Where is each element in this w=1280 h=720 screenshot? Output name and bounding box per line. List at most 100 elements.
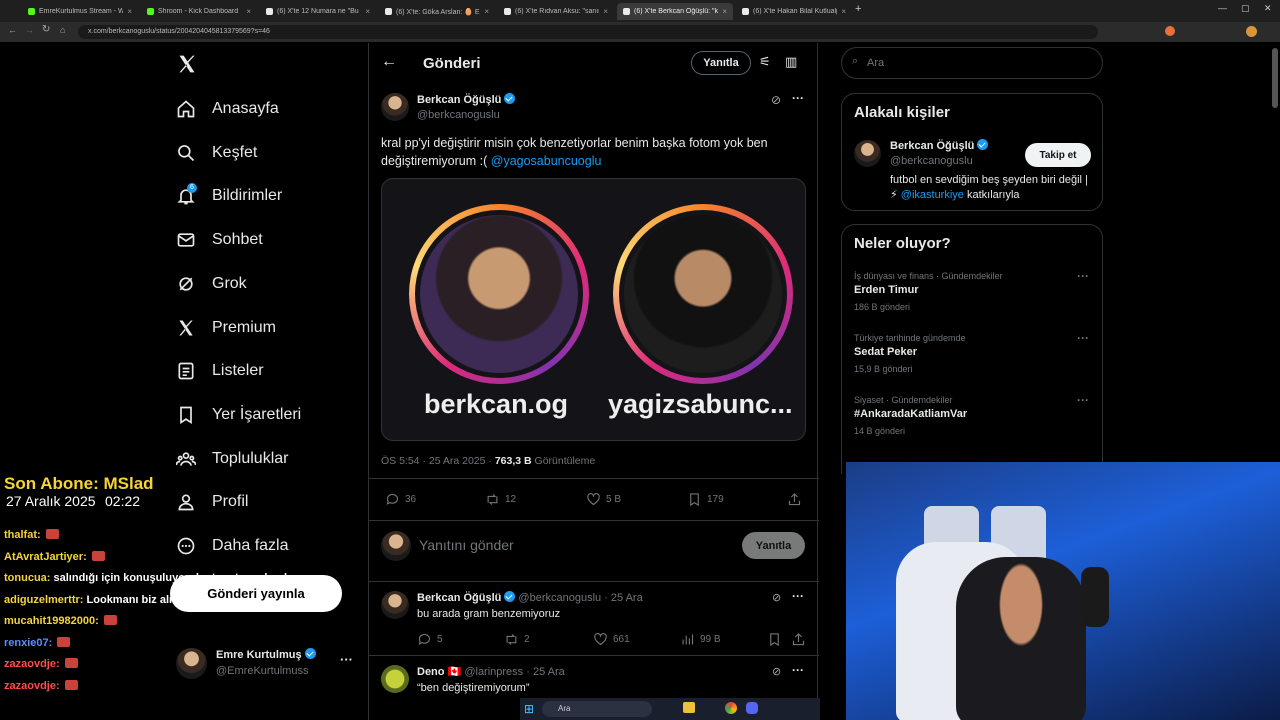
bookmark-stat[interactable]: 179 [687,492,724,507]
url-input[interactable]: x.com/berkcanoguslu/status/2004204045813… [78,25,1098,39]
author-handle[interactable]: @berkcanoguslu [417,109,500,121]
discord-icon[interactable] [746,702,758,714]
search-input[interactable]: Ara [867,57,884,69]
file-explorer-icon[interactable] [683,702,695,713]
chat-username: tonucua: [4,572,51,584]
post-text: kral pp'yi değiştirir misin çok benzetiy… [381,136,768,168]
trend-meta: Türkiye tarihinde gündemde [854,333,966,343]
nav-item-yer-i-şaretleri[interactable]: Yer İşaretleri [176,401,301,429]
more-dots-icon[interactable]: ··· [792,91,804,105]
tab-close-icon[interactable]: × [841,7,846,16]
more-dots-icon[interactable]: ··· [1077,331,1089,345]
browser-tab[interactable]: (6) X'te: Göka Arslan: 🥚 Erlan × [379,3,495,20]
repost-stat[interactable]: 2 [504,632,530,647]
browser-tab[interactable]: (6) X'te Hakan Bilal Kutlualp: "E × [736,3,852,20]
nav-item-profil[interactable]: Profil [176,488,248,516]
nav-item-anasayfa[interactable]: Anasayfa [176,95,279,123]
related-handle[interactable]: @berkcanoguslu [890,155,973,167]
nav-item-grok[interactable]: Grok [176,270,247,298]
reply-submit-button[interactable]: Yanıtla [742,532,805,559]
nav-item-daha-fazla[interactable]: Daha fazla [176,532,289,560]
tab-close-icon[interactable]: × [603,7,608,16]
reader-mode-icon[interactable]: ▥ [785,54,797,70]
mail-icon [177,233,195,247]
share-icon [788,493,801,506]
back-arrow-icon[interactable]: ← [381,53,397,71]
reload-icon[interactable]: ↻ [42,24,50,35]
browser-tab[interactable]: (6) X'te Berkcan Öğüşlü: "kral p × [617,3,733,20]
page-scrollbar[interactable] [1272,48,1278,108]
more-dots-icon[interactable]: ··· [1077,393,1089,407]
home-browser-icon[interactable]: ⌂ [60,25,65,35]
browser-tab[interactable]: Shroom - Kick Dashboard × [141,3,257,20]
reply-header-button[interactable]: Yanıtla [691,51,751,75]
author-name[interactable]: Berkcan Öğüşlü [417,94,501,106]
tab-close-icon[interactable]: × [484,7,489,16]
related-name[interactable]: Berkcan Öğüşlü [890,140,974,152]
post-image[interactable]: berkcan.og yagizsabunc... [381,178,806,441]
account-switcher[interactable]: Emre Kurtulmuş @EmreKurtulmuss ··· [176,646,356,682]
more-dots-icon[interactable]: ··· [792,663,804,677]
reply-input[interactable]: Yanıtını gönder [419,537,514,553]
trend-count: 186 B gönderi [854,302,911,312]
mention-link[interactable]: @yagosabuncuoglu [491,154,602,168]
windows-start-icon[interactable]: ⊞ [524,702,534,716]
nav-item-sohbet[interactable]: Sohbet [176,226,263,254]
grok-icon[interactable]: ⊘ [772,665,781,678]
nav-item-keşfet[interactable]: Keşfet [176,139,257,167]
grok-icon[interactable]: ⊘ [771,93,781,107]
x-logo-icon [179,320,193,335]
reply-item[interactable]: Berkcan Öğüşlü @berkcanoguslu · 25 Ara ⊘… [369,583,819,653]
nav-label: Daha fazla [212,537,289,554]
views-stat[interactable]: 99 B [680,632,721,647]
reply-text: “ben değiştiremiyorum” [417,682,530,694]
more-dots-icon[interactable]: ··· [1077,269,1089,283]
nav-item-topluluklar[interactable]: Topluluklar [176,445,288,473]
search-box[interactable]: ⌕ Ara [841,47,1103,79]
follow-button[interactable]: Takip et [1025,143,1091,167]
related-avatar[interactable] [854,140,881,167]
tab-close-icon[interactable]: × [246,7,251,16]
new-tab-button[interactable]: + [855,3,861,15]
bio-link[interactable]: @ikasturkiye [901,189,964,201]
tab-close-icon[interactable]: × [365,7,370,16]
bookmark-stat[interactable] [767,632,782,647]
like-stat[interactable]: 5 B [586,492,621,507]
reply-avatar[interactable] [381,591,409,619]
reply-avatar[interactable] [381,665,409,693]
grok-icon[interactable]: ⊘ [772,591,781,604]
browser-tab[interactable]: (6) X'te 12 Numara ne "Bu kon × [260,3,376,20]
minimize-button[interactable]: — [1218,3,1227,13]
extension-icon[interactable] [1165,26,1175,36]
repost-stat[interactable]: 12 [485,492,516,507]
reply-author[interactable]: Berkcan Öğüşlü [417,592,501,604]
x-logo-icon[interactable] [177,54,197,74]
maximize-button[interactable]: ▢ [1241,3,1250,14]
profile-avatar-icon[interactable] [1246,26,1257,37]
tab-close-icon[interactable]: × [127,7,132,16]
nav-item-listeler[interactable]: Listeler [176,357,264,385]
back-icon[interactable]: ← [8,25,17,35]
tab-close-icon[interactable]: × [722,7,727,16]
nav-item-premium[interactable]: Premium [176,314,276,342]
emote-icon [57,636,71,647]
reply-stat[interactable]: 5 [417,632,443,647]
share-stat[interactable] [787,492,802,507]
reply-author[interactable]: Deno 🇨🇦 [417,666,461,678]
browser-tab[interactable]: EmreKurtulmus Stream - Watch× [22,3,138,20]
trend-item[interactable]: Türkiye tarihinde gündemde Sedat Peker 15,… [842,331,1104,389]
author-avatar[interactable] [381,93,409,121]
trend-item[interactable]: İş dünyası ve finans · Gündemdekiler Erde… [842,269,1104,327]
more-dots-icon[interactable]: ··· [340,652,353,667]
taskbar-search[interactable]: Ara [542,701,652,717]
close-window-button[interactable]: ✕ [1264,3,1272,14]
more-dots-icon[interactable]: ··· [792,589,804,603]
forward-icon[interactable]: → [25,25,34,35]
share-stat[interactable] [791,632,806,647]
reply-stat[interactable]: 36 [385,492,416,507]
chrome-icon[interactable] [725,702,737,714]
browser-tab[interactable]: (6) X'te Rıdvan Aksu: "sanırım × [498,3,614,20]
like-stat[interactable]: 661 [593,632,630,647]
filter-icon[interactable]: ⚟ [759,54,771,70]
trend-item[interactable]: Siyaset · Gündemdekiler #AnkaradaKatliamV… [842,393,1104,451]
